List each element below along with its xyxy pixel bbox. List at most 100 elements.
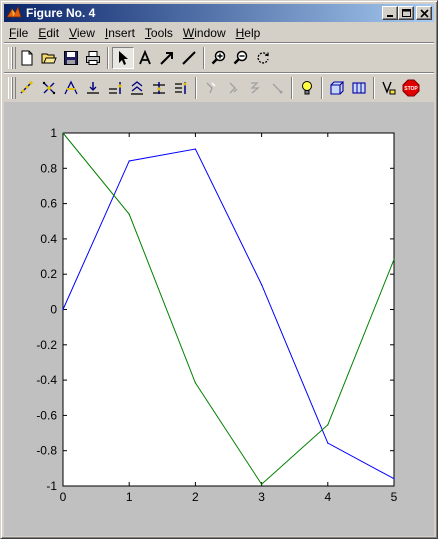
- y-tick-label: 1: [50, 126, 57, 140]
- x-tick-label: 0: [60, 490, 67, 504]
- menu-file[interactable]: File: [4, 24, 33, 42]
- disabled-tool-4-icon: [272, 83, 283, 94]
- menu-edit[interactable]: Edit: [33, 24, 64, 42]
- menu-bar: File Edit View Insert Tools Window Help: [4, 24, 265, 42]
- toolbar-grip[interactable]: [8, 47, 16, 69]
- select-group-button[interactable]: [104, 77, 126, 99]
- data-point: [327, 442, 329, 444]
- select-layer-icon: [131, 81, 143, 95]
- menu-window[interactable]: Window: [178, 24, 231, 42]
- zoom-in-icon: [211, 50, 226, 65]
- select-points-button[interactable]: [16, 77, 38, 99]
- print-button[interactable]: [82, 47, 104, 69]
- title-bar[interactable]: Figure No. 4: [4, 4, 434, 22]
- box-3d-icon: [330, 81, 345, 95]
- menu-help[interactable]: Help: [231, 24, 266, 42]
- data-point: [194, 148, 196, 150]
- zoom-out-button[interactable]: [230, 47, 252, 69]
- y-tick-label: -0.8: [36, 444, 57, 458]
- maximize-icon: [402, 9, 411, 17]
- maximize-button[interactable]: [398, 6, 414, 20]
- toolbar-separator: [195, 77, 197, 99]
- menu-view[interactable]: View: [64, 24, 100, 42]
- save-button[interactable]: [60, 47, 82, 69]
- disabled-tool-2-button[interactable]: [222, 77, 244, 99]
- data-point: [62, 308, 64, 311]
- select-stack-button[interactable]: [148, 77, 170, 99]
- disabled-tool-4-button[interactable]: [266, 77, 288, 99]
- figure-window: Figure No. 4 File Edit View Insert Tools…: [0, 0, 438, 539]
- data-point: [128, 213, 130, 215]
- select-align-button[interactable]: [170, 77, 192, 99]
- close-button[interactable]: [416, 6, 432, 20]
- select-align-icon: [175, 82, 187, 94]
- matlab-logo-icon: [6, 5, 22, 18]
- x-tick-label: 2: [192, 490, 199, 504]
- select-stack-icon: [153, 82, 165, 94]
- toolbar-grip[interactable]: [8, 77, 16, 99]
- select-axis-button[interactable]: [82, 77, 104, 99]
- y-tick-label: 0.2: [40, 267, 57, 281]
- disabled-tool-3-button[interactable]: [244, 77, 266, 99]
- open-file-button[interactable]: [38, 47, 60, 69]
- new-figure-button[interactable]: [16, 47, 38, 69]
- minimize-icon: [387, 15, 393, 17]
- stop-icon: STOP: [402, 79, 420, 97]
- x-tick-label: 5: [391, 490, 398, 504]
- y-tick-label: -1: [46, 479, 57, 493]
- line-plot[interactable]: 0 1 2 3 4 5 1 0.8 0.6 0.4 0.2 0 -0.2 -0.4 -0.6 -0.8 -1: [4, 102, 434, 536]
- lighting-button[interactable]: [296, 77, 318, 99]
- insert-arrow-icon: [160, 52, 173, 65]
- y-tick-label: -0.6: [36, 408, 57, 422]
- data-point: [393, 258, 395, 261]
- selection-toolbar: STOP: [4, 74, 422, 102]
- minimize-button[interactable]: [382, 6, 398, 20]
- disabled-tool-1-icon: [206, 82, 216, 94]
- select-group-icon: [109, 82, 122, 94]
- select-region-button[interactable]: [38, 77, 60, 99]
- figure-canvas[interactable]: 0 1 2 3 4 5 1 0.8 0.6 0.4 0.2 0 -0.2 -0.4 -0.6 -0.8 -1: [4, 102, 434, 536]
- svg-text:STOP: STOP: [404, 86, 418, 92]
- y-tick-label: -0.4: [36, 373, 57, 387]
- select-region-icon: [42, 81, 56, 95]
- select-points-icon: [20, 81, 33, 94]
- toolbar-separator: [107, 47, 109, 69]
- y-tick-label: -0.2: [36, 338, 57, 352]
- insert-line-button[interactable]: [178, 47, 200, 69]
- select-trace-icon: [64, 80, 78, 95]
- y-tick-label: 0.4: [40, 232, 57, 246]
- window-title: Figure No. 4: [26, 6, 96, 20]
- y-tick-label: 0.6: [40, 197, 57, 211]
- data-point: [62, 132, 64, 134]
- zoom-in-button[interactable]: [208, 47, 230, 69]
- disabled-tool-2-icon: [229, 82, 238, 94]
- stop-button[interactable]: STOP: [400, 77, 422, 99]
- box-3d-alt-icon: [352, 82, 366, 94]
- data-point: [327, 424, 329, 426]
- zoom-out-icon: [233, 50, 248, 65]
- new-figure-icon: [21, 50, 33, 66]
- toolbar-separator: [321, 77, 323, 99]
- select-yellow-button[interactable]: [378, 77, 400, 99]
- toolbar-separator: [373, 77, 375, 99]
- select-trace-button[interactable]: [60, 77, 82, 99]
- edit-plot-arrow-icon: [119, 51, 128, 65]
- print-icon: [86, 51, 100, 65]
- box-3d-alt-button[interactable]: [348, 77, 370, 99]
- menu-insert[interactable]: Insert: [100, 24, 140, 42]
- edit-plot-button[interactable]: [112, 47, 134, 69]
- lightbulb-icon: [302, 81, 312, 95]
- y-tick-label: 0: [50, 303, 57, 317]
- rotate-3d-icon: [257, 52, 269, 64]
- close-icon: [420, 9, 429, 18]
- rotate-3d-button[interactable]: [252, 47, 274, 69]
- insert-text-button[interactable]: [134, 47, 156, 69]
- insert-arrow-button[interactable]: [156, 47, 178, 69]
- select-layer-button[interactable]: [126, 77, 148, 99]
- x-tick-label: 3: [258, 490, 265, 504]
- select-yellow-icon: [382, 81, 396, 95]
- box-3d-button[interactable]: [326, 77, 348, 99]
- menu-tools[interactable]: Tools: [140, 24, 178, 42]
- disabled-tool-1-button[interactable]: [200, 77, 222, 99]
- data-point: [194, 382, 196, 384]
